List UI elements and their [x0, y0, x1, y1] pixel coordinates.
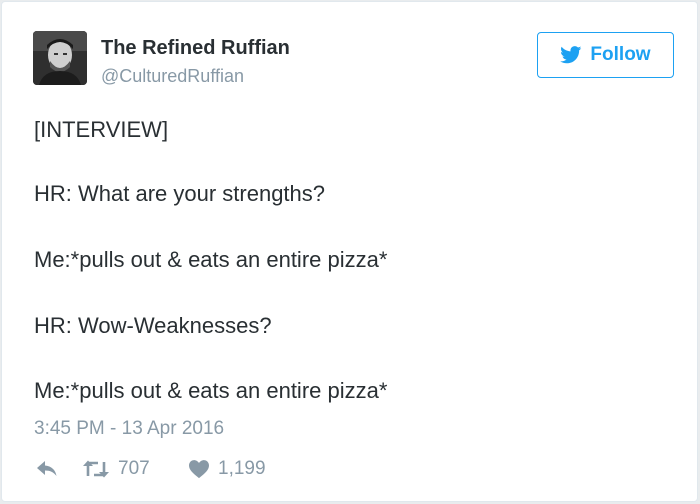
follow-label: Follow	[590, 44, 651, 65]
like-count: 1,199	[218, 458, 266, 479]
retweet-icon	[82, 459, 110, 479]
avatar-photo	[33, 31, 87, 85]
follow-button[interactable]: Follow	[537, 32, 674, 78]
retweet-button[interactable]: 707	[82, 454, 150, 484]
tweet-text-line: [INTERVIEW]	[34, 117, 169, 142]
heart-icon	[188, 459, 210, 479]
reply-arrow-icon	[36, 460, 58, 478]
avatar[interactable]	[33, 31, 87, 85]
tweet-text-line: HR: Wow-Weaknesses?	[34, 313, 272, 338]
tweet-actions: 707 1,199	[36, 454, 436, 484]
tweet-card: The Refined Ruffian @CulturedRuffian Fol…	[1, 1, 698, 502]
user-handle[interactable]: @CulturedRuffian	[101, 65, 244, 87]
reply-button[interactable]	[36, 454, 58, 484]
tweet-text-line: Me:*pulls out & eats an entire pizza*	[34, 378, 388, 403]
tweet-text-line: HR: What are your strengths?	[34, 181, 326, 206]
tweet-timestamp[interactable]: 3:45 PM - 13 Apr 2016	[34, 417, 224, 441]
twitter-bird-icon	[560, 46, 582, 64]
display-name[interactable]: The Refined Ruffian	[101, 36, 290, 60]
tweet-text-line: Me:*pulls out & eats an entire pizza*	[34, 247, 388, 272]
retweet-count: 707	[118, 458, 150, 479]
like-button[interactable]: 1,199	[188, 454, 266, 484]
